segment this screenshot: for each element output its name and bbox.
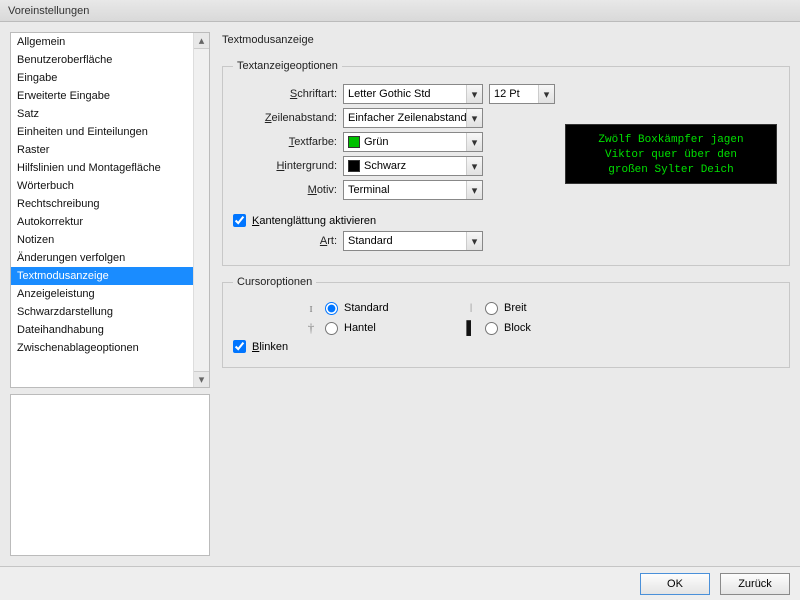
cursor-block-radio[interactable] [485, 322, 498, 335]
font-size-value: 12 Pt [494, 88, 520, 100]
chevron-down-icon: ▾ [466, 85, 482, 103]
sidebar-item[interactable]: Hilfslinien und Montagefläche [11, 159, 209, 177]
text-display-options-group: Textanzeigeoptionen Schriftart: Letter G… [222, 60, 790, 266]
chevron-down-icon: ▾ [466, 232, 482, 250]
font-size-combo[interactable]: 12 Pt ▾ [489, 84, 555, 104]
cursor-standard-icon: ɪ [303, 300, 319, 316]
theme-combo[interactable]: Terminal ▾ [343, 180, 483, 200]
sidebar-item[interactable]: Rechtschreibung [11, 195, 209, 213]
cursor-hantel-label: Hantel [344, 322, 376, 334]
sidebar-item[interactable]: Raster [11, 141, 209, 159]
font-label: Schriftart: [233, 88, 337, 100]
sidebar-item[interactable]: Allgemein [11, 33, 209, 51]
cursor-legend: Cursoroptionen [233, 276, 316, 288]
sidebar-item[interactable]: Erweiterte Eingabe [11, 87, 209, 105]
sidebar-item[interactable]: Zwischenablageoptionen [11, 339, 209, 357]
bg-combo[interactable]: Schwarz ▾ [343, 156, 483, 176]
cursor-hantel-icon: † [303, 320, 319, 336]
antialias-label: Kantenglättung aktivieren [252, 215, 376, 227]
sidebar-item[interactable]: Wörterbuch [11, 177, 209, 195]
sidebar-item[interactable]: Textmodusanzeige [11, 267, 209, 285]
bg-label: Hintergrund: [233, 160, 337, 172]
cursor-breit-radio[interactable] [485, 302, 498, 315]
cursor-standard-radio[interactable] [325, 302, 338, 315]
leading-combo[interactable]: Einfacher Zeilenabstand▾ [343, 108, 483, 128]
window-title: Voreinstellungen [8, 5, 89, 17]
sidebar-item[interactable]: Eingabe [11, 69, 209, 87]
textcolor-value: Grün [364, 136, 388, 148]
sidebar-item[interactable]: Schwarzdarstellung [11, 303, 209, 321]
cursor-breit-label: Breit [504, 302, 527, 314]
sidebar-scrollbar[interactable]: ▴ ▾ [193, 33, 209, 387]
chevron-down-icon: ▾ [538, 85, 554, 103]
titlebar: Voreinstellungen [0, 0, 800, 22]
sidebar-preview-pane [10, 394, 210, 556]
chevron-down-icon: ▾ [466, 157, 482, 175]
aa-type-combo[interactable]: Standard ▾ [343, 231, 483, 251]
textcolor-label: Textfarbe: [233, 136, 337, 148]
sidebar-item[interactable]: Einheiten und Einteilungen [11, 123, 209, 141]
chevron-down-icon: ▾ [466, 133, 482, 151]
category-sidebar[interactable]: AllgemeinBenutzeroberflächeEingabeErweit… [10, 32, 210, 388]
blink-label: Blinken [252, 341, 288, 353]
sidebar-item[interactable]: Dateihandhabung [11, 321, 209, 339]
cursor-hantel-radio[interactable] [325, 322, 338, 335]
sidebar-item[interactable]: Notizen [11, 231, 209, 249]
bg-value: Schwarz [364, 160, 406, 172]
scroll-up-icon[interactable]: ▴ [194, 33, 209, 49]
cursor-options-group: Cursoroptionen ɪ Standard ǀ Breit [222, 276, 790, 368]
blink-checkbox[interactable] [233, 340, 246, 353]
leading-label: Zeilenabstand: [233, 112, 337, 124]
leading-value: Einfacher Zeilenabstand [348, 112, 467, 124]
ok-button[interactable]: OK [640, 573, 710, 595]
back-button[interactable]: Zurück [720, 573, 790, 595]
textcolor-swatch [348, 136, 360, 148]
chevron-down-icon: ▾ [466, 181, 482, 199]
cursor-breit-icon: ǀ [463, 300, 479, 316]
chevron-down-icon: ▾ [466, 109, 482, 127]
textcolor-combo[interactable]: Grün ▾ [343, 132, 483, 152]
theme-label: Motiv: [233, 184, 337, 196]
sidebar-item[interactable]: Benutzeroberfläche [11, 51, 209, 69]
bg-swatch [348, 160, 360, 172]
dialog-footer: OK Zurück [0, 566, 800, 600]
sidebar-item[interactable]: Anzeigeleistung [11, 285, 209, 303]
cursor-block-icon: ▌ [463, 320, 479, 336]
sidebar-item[interactable]: Änderungen verfolgen [11, 249, 209, 267]
font-value: Letter Gothic Std [348, 88, 431, 100]
aa-type-label: Art: [233, 235, 337, 247]
sidebar-item[interactable]: Satz [11, 105, 209, 123]
sidebar-item[interactable]: Autokorrektur [11, 213, 209, 231]
theme-value: Terminal [348, 184, 390, 196]
font-combo[interactable]: Letter Gothic Std ▾ [343, 84, 483, 104]
text-display-legend: Textanzeigeoptionen [233, 60, 342, 72]
cursor-standard-label: Standard [344, 302, 389, 314]
antialias-checkbox[interactable] [233, 214, 246, 227]
text-preview: Zwölf Boxkämpfer jagen Viktor quer über … [565, 124, 777, 184]
scroll-down-icon[interactable]: ▾ [194, 371, 209, 387]
cursor-block-label: Block [504, 322, 531, 334]
page-title: Textmodusanzeige [222, 32, 790, 50]
aa-type-value: Standard [348, 235, 393, 247]
